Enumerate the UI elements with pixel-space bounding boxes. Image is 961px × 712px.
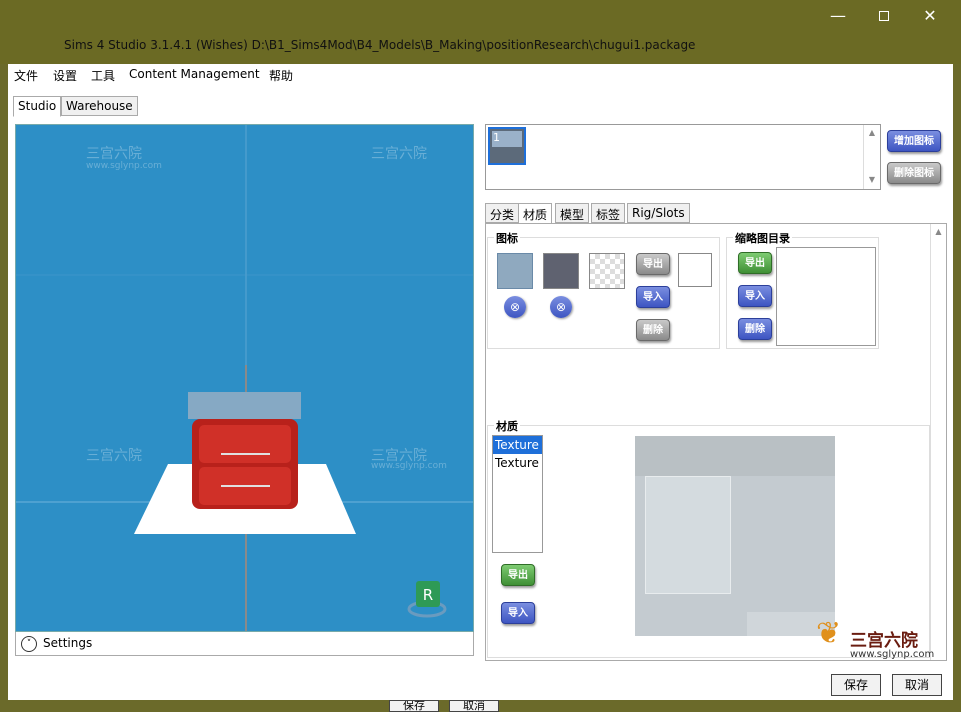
settings-expander[interactable]: ˅ Settings	[15, 632, 474, 656]
icon-export-button[interactable]: 导出	[636, 253, 670, 275]
texture-list[interactable]: Texture Texture	[492, 435, 543, 553]
material-panel: 图标 ⊗ ⊗ 导出 导入 删除 缩略图目录 导出 导入 删除 材质 Textur…	[485, 223, 947, 661]
icon-swatch-primary[interactable]	[497, 253, 533, 289]
maximize-icon	[879, 11, 889, 21]
texture-preview	[635, 436, 835, 636]
menu-content-management[interactable]: Content Management	[129, 67, 260, 81]
logo-flame-icon: ❦	[816, 616, 842, 651]
thumbnail-directory-title: 缩略图目录	[733, 230, 792, 246]
menu-settings[interactable]: 设置	[53, 67, 77, 84]
background-save-button[interactable]: 保存	[389, 700, 439, 712]
icon-swatch-transparent[interactable]	[589, 253, 625, 289]
watermark-text: 三宫六院	[86, 448, 142, 464]
title-bar: Sims 4 Studio 3.1.4.1 (Wishes) D:\B1_Sim…	[0, 0, 961, 64]
watermark-text: 三宫六院	[86, 146, 142, 162]
menu-bar: 文件 设置 工具 Content Management 帮助	[8, 64, 953, 86]
maximize-button[interactable]	[861, 2, 907, 30]
material-export-button[interactable]: 导出	[501, 564, 535, 586]
panel-scrollbar[interactable]: ▲	[930, 224, 946, 660]
watermark-url: www.sglynp.com	[371, 461, 447, 471]
rotate-badge-label: R	[423, 586, 433, 604]
viewport-scene: R	[16, 125, 473, 631]
logo-text: 三宫六院	[850, 631, 918, 651]
icon-thumbnail[interactable]: 1	[488, 127, 526, 165]
icon-swatch-secondary[interactable]	[543, 253, 579, 289]
menu-help[interactable]: 帮助	[269, 67, 293, 84]
cancel-button[interactable]: 取消	[892, 674, 942, 696]
material-group-title: 材质	[494, 418, 520, 434]
tab-studio[interactable]: Studio	[13, 96, 62, 117]
icon-thumbnail-number: 1	[493, 131, 500, 144]
thumbnail-import-button[interactable]: 导入	[738, 285, 772, 307]
site-logo: ❦ 三宫六院 www.sglynp.com	[814, 616, 934, 672]
close-button[interactable]: ✕	[907, 2, 953, 30]
thumbnail-directory-group: 缩略图目录 导出 导入 删除	[726, 230, 879, 349]
icon-list-scrollbar[interactable]: ▲ ▼	[863, 125, 880, 189]
texture-list-item[interactable]: Texture	[493, 436, 542, 454]
texture-list-item[interactable]: Texture	[493, 454, 542, 472]
tab-category[interactable]: 分类	[485, 203, 520, 223]
window-title: Sims 4 Studio 3.1.4.1 (Wishes) D:\B1_Sim…	[64, 38, 696, 52]
menu-tools[interactable]: 工具	[91, 67, 115, 84]
remove-swatch-icon[interactable]: ⊗	[550, 296, 572, 318]
scroll-up-icon[interactable]: ▲	[931, 227, 946, 236]
nightstand-drawer	[199, 425, 291, 463]
logo-url: www.sglynp.com	[850, 649, 935, 660]
icon-import-button[interactable]: 导入	[636, 286, 670, 308]
thumbnail-delete-button[interactable]: 删除	[738, 318, 772, 340]
texture-region	[645, 476, 731, 594]
watermark-url: www.sglynp.com	[86, 161, 162, 171]
icon-list[interactable]: 1 ▲ ▼	[485, 124, 881, 190]
chevron-down-icon: ˅	[21, 636, 37, 652]
texture-region	[635, 436, 835, 476]
icon-group-title: 图标	[494, 230, 520, 246]
delete-icon-button[interactable]: 删除图标	[887, 162, 941, 184]
background-cancel-button[interactable]: 取消	[449, 700, 499, 712]
material-import-button[interactable]: 导入	[501, 602, 535, 624]
watermark-text: 三宫六院	[371, 146, 427, 162]
scroll-up-icon[interactable]: ▲	[864, 128, 880, 137]
disclaimer-text: 三宫六院-浮生Gam声明：未经授权，禁止任何组织或人员分发、售卖，违者追究法律责…	[34, 666, 670, 685]
icon-group: 图标 ⊗ ⊗ 导出 导入 删除	[487, 230, 720, 349]
thumbnail-export-button[interactable]: 导出	[738, 252, 772, 274]
tab-tags[interactable]: 标签	[591, 203, 626, 223]
tab-material[interactable]: 材质	[518, 203, 553, 224]
main-window: 文件 设置 工具 Content Management 帮助 Studio Wa…	[8, 64, 953, 700]
scroll-down-icon[interactable]: ▼	[864, 175, 880, 184]
add-icon-button[interactable]: 增加图标	[887, 130, 941, 152]
3d-viewport[interactable]: R 三宫六院 三宫六院 三宫六院 三宫六院 www.sglynp.com www…	[15, 124, 474, 632]
nightstand-top	[188, 392, 301, 419]
tab-rig-slots[interactable]: Rig/Slots	[627, 203, 690, 223]
icon-preview-empty[interactable]	[678, 253, 712, 287]
settings-label: Settings	[43, 636, 93, 650]
menu-file[interactable]: 文件	[14, 67, 38, 84]
tab-warehouse[interactable]: Warehouse	[61, 96, 138, 116]
icon-delete-button[interactable]: 删除	[636, 319, 670, 341]
remove-swatch-icon[interactable]: ⊗	[504, 296, 526, 318]
thumbnail-directory-list[interactable]	[776, 247, 876, 346]
tab-model[interactable]: 模型	[555, 203, 590, 223]
save-button[interactable]: 保存	[831, 674, 881, 696]
minimize-button[interactable]: —	[815, 2, 861, 30]
